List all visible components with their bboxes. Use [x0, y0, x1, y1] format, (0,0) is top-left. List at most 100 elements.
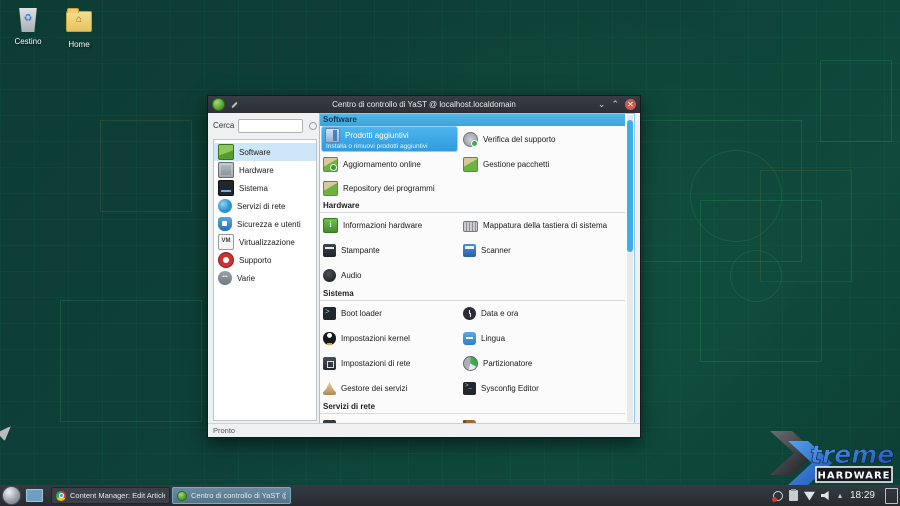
- sidebar-item-label: Sicurezza e utenti: [237, 220, 301, 229]
- watermark-treme: treme: [810, 440, 894, 469]
- module-label: Prodotti aggiuntivi: [345, 131, 409, 140]
- trash-icon: [18, 8, 38, 32]
- close-icon[interactable]: ✕: [625, 99, 636, 110]
- sidebar-item-supporto[interactable]: Supporto: [214, 251, 316, 269]
- module-label: Verifica del supporto: [483, 135, 556, 144]
- module-label: Aggiornamento online: [343, 160, 421, 169]
- module-stampante[interactable]: Stampante: [320, 238, 460, 263]
- misc-icon: [218, 271, 232, 285]
- partition-icon: [463, 356, 478, 371]
- caret-up-icon[interactable]: ▴: [838, 492, 842, 500]
- module-partizionatore[interactable]: Partizionatore: [460, 351, 625, 376]
- desktop-icon-trash[interactable]: Cestino: [2, 8, 54, 46]
- sidebar-item-sicurezza-e-utenti[interactable]: Sicurezza e utenti: [214, 215, 316, 233]
- section-header-servizi-di-rete: Servizi di rete: [320, 401, 625, 414]
- xtreme-hardware-watermark: treme HARDWARE: [764, 429, 898, 485]
- module-label: Impostazioni di rete: [341, 359, 410, 368]
- desktop-icon-home[interactable]: Home: [53, 8, 105, 49]
- section-header-sistema: Sistema: [320, 288, 625, 301]
- module-label: Lingua: [481, 334, 505, 343]
- module-gestore-dei-servizi[interactable]: Gestore dei servizi: [320, 376, 460, 401]
- task-buttons: Content Manager: Edit Article - Xtr... Ce…: [51, 487, 291, 504]
- module-audio[interactable]: Audio: [320, 263, 460, 288]
- search-input[interactable]: [238, 119, 303, 133]
- module-label: Audio: [341, 271, 361, 280]
- minimize-icon[interactable]: ⌄: [598, 100, 606, 109]
- status-bar: Pronto: [208, 423, 640, 437]
- sidebar-list: Software Hardware Sistema Servizi di rete Si…: [213, 139, 317, 421]
- repo-icon: [323, 181, 338, 196]
- module-scanner[interactable]: Scanner: [460, 238, 625, 263]
- sidebar-item-label: Virtualizzazione: [239, 238, 295, 247]
- printer-icon: [323, 244, 336, 257]
- show-desktop-button[interactable]: [885, 488, 898, 504]
- module-label: Scanner: [481, 246, 511, 255]
- module-label: Informazioni hardware: [343, 221, 422, 230]
- module-prodotti-aggiuntivi[interactable]: Prodotti aggiuntivi Installa o rimuovi pr…: [321, 126, 458, 152]
- desktop-pager[interactable]: [26, 489, 43, 502]
- module-informazioni-hardware[interactable]: Informazioni hardware: [320, 213, 460, 238]
- clock[interactable]: 18:29: [850, 490, 875, 501]
- taskbar-task-content-manager-edit-article-x[interactable]: Content Manager: Edit Article - Xtr...: [51, 487, 170, 504]
- addon-icon: [325, 128, 340, 143]
- module-impostazioni-di-rete[interactable]: Impostazioni di rete: [320, 351, 460, 376]
- section-header-software: Software: [320, 114, 625, 126]
- module-boot-loader[interactable]: Boot loader: [320, 301, 460, 326]
- sidebar-item-label: Sistema: [239, 184, 268, 193]
- taskbar-task-centro-di-controllo-di-yast-lo[interactable]: Centro di controllo di YaST @ local...: [172, 487, 291, 504]
- clipboard-icon[interactable]: [789, 490, 798, 501]
- module-data-e-ora[interactable]: Data e ora: [460, 301, 625, 326]
- software-icon: [218, 144, 234, 160]
- maximize-icon[interactable]: ⌃: [611, 100, 619, 109]
- app-launcher-icon[interactable]: [2, 486, 21, 505]
- home-folder-icon: [66, 11, 92, 32]
- yast-window: Centro di controllo di YaST @ localhost.…: [207, 95, 641, 438]
- clear-search-icon[interactable]: [309, 122, 317, 130]
- watermark-hardware: HARDWARE: [818, 471, 891, 482]
- task-label: Content Manager: Edit Article - Xtr...: [70, 491, 165, 500]
- sysconfig-icon: [463, 382, 476, 395]
- wifi-icon[interactable]: [804, 491, 815, 501]
- scanner-icon: [463, 244, 476, 257]
- sidebar-item-varie[interactable]: Varie: [214, 269, 316, 287]
- netconf-icon: [323, 357, 336, 370]
- sidebar-item-servizi-di-rete[interactable]: Servizi di rete: [214, 197, 316, 215]
- module-label: Repository dei programmi: [343, 184, 435, 193]
- module-sysconfig-editor[interactable]: Sysconfig Editor: [460, 376, 625, 401]
- chrome-task-icon: [56, 491, 66, 501]
- module-label: Partizionatore: [483, 359, 532, 368]
- sidebar-item-label: Software: [239, 148, 271, 157]
- module-subtitle: Installa o rimuovi prodotti aggiuntivi: [325, 143, 457, 150]
- module-label: Gestione pacchetti: [483, 160, 549, 169]
- module-impostazioni-kernel[interactable]: Impostazioni kernel: [320, 326, 460, 351]
- module-mappatura-della-tastiera-di-sistema[interactable]: Mappatura della tastiera di sistema: [460, 213, 625, 238]
- desktop-icon-label: Home: [53, 40, 105, 49]
- module-lingua[interactable]: Lingua: [460, 326, 625, 351]
- module-panel: Software Prodotti aggiuntivi Installa o ri…: [319, 113, 635, 424]
- sidebar-item-virtualizzazione[interactable]: Virtualizzazione: [214, 233, 316, 251]
- sidebar-item-label: Supporto: [239, 256, 271, 265]
- virtualization-icon: [218, 234, 234, 250]
- sidebar-item-software[interactable]: Software: [214, 143, 316, 161]
- module-aggiornamento-online[interactable]: Aggiornamento online: [320, 152, 460, 176]
- security-users-icon: [218, 217, 232, 231]
- system-icon: [218, 180, 234, 196]
- module-gestione-pacchetti[interactable]: Gestione pacchetti: [460, 152, 625, 176]
- module-repository-dei-programmi[interactable]: Repository dei programmi: [320, 176, 460, 200]
- updates-icon[interactable]: [773, 491, 783, 501]
- titlebar[interactable]: Centro di controllo di YaST @ localhost.…: [208, 96, 640, 113]
- yast-task-icon: [177, 491, 187, 501]
- sidebar-item-sistema[interactable]: Sistema: [214, 179, 316, 197]
- module-label: Boot loader: [341, 309, 382, 318]
- vertical-scrollbar[interactable]: [627, 115, 633, 422]
- module-label: Impostazioni kernel: [341, 334, 410, 343]
- volume-icon[interactable]: [821, 491, 832, 501]
- scrollbar-thumb[interactable]: [627, 120, 633, 252]
- task-label: Centro di controllo di YaST @ local...: [191, 491, 286, 500]
- support-check-icon: [463, 132, 478, 147]
- module-label: Data e ora: [481, 309, 518, 318]
- audio-icon: [323, 269, 336, 282]
- module-verifica-del-supporto[interactable]: Verifica del supporto: [460, 126, 625, 152]
- sidebar-item-hardware[interactable]: Hardware: [214, 161, 316, 179]
- section-header-hardware: Hardware: [320, 200, 625, 213]
